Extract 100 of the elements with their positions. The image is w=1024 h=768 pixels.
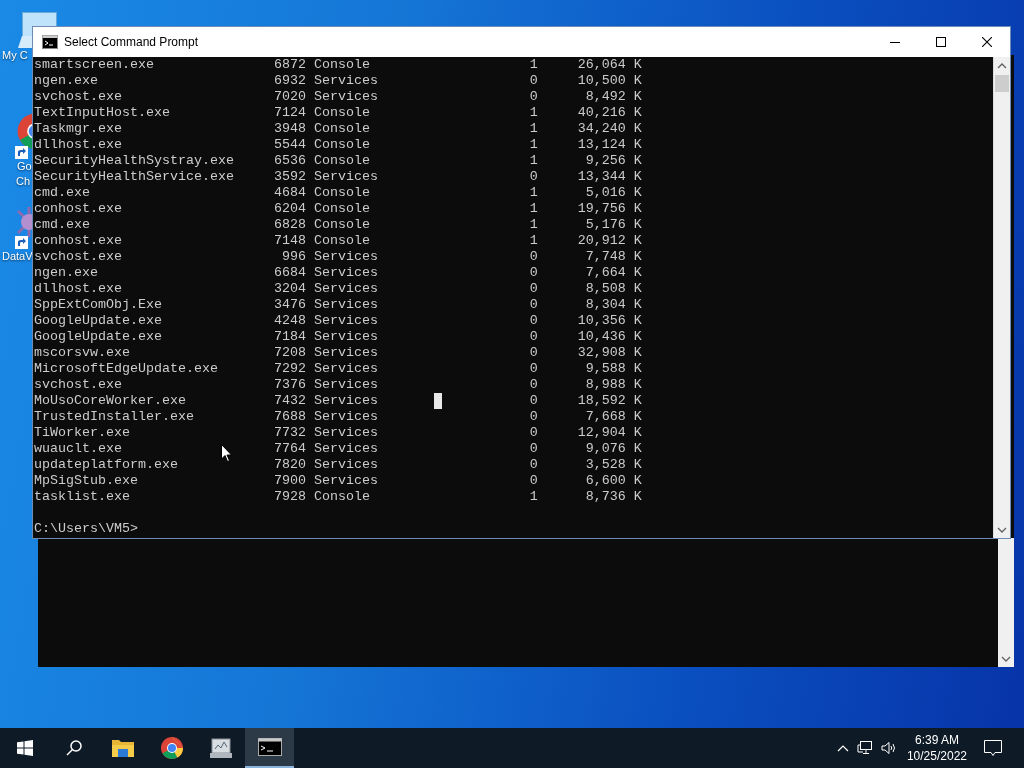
process-id: 6684 [273,265,306,281]
process-id: 7432 [273,393,306,409]
session-name: Console [313,137,370,153]
speaker-icon [880,741,897,755]
memory-usage: 40,216 K [577,105,642,121]
session-number: 0 [529,297,538,313]
session-name: Console [313,57,370,73]
session-name: Services [313,249,378,265]
session-name: Console [313,233,370,249]
process-id: 7020 [273,89,306,105]
memory-usage: 34,240 K [577,121,642,137]
process-name: updateplatform.exe [34,457,178,473]
maximize-icon [936,37,946,47]
session-number: 1 [529,185,538,201]
session-number: 1 [529,105,538,121]
process-name: wuauclt.exe [34,441,122,457]
session-number: 0 [529,329,538,345]
process-id: 6204 [273,201,306,217]
session-number: 0 [529,425,538,441]
session-number: 0 [529,249,538,265]
session-name: Console [313,217,370,233]
process-name: TextInputHost.exe [34,105,170,121]
session-name: Services [313,281,378,297]
chevron-up-icon [836,744,849,752]
process-name: cmd.exe [34,217,90,233]
process-name: svchost.exe [34,249,122,265]
session-name: Services [313,441,378,457]
session-name: Console [313,121,370,137]
process-id: 7376 [273,377,306,393]
process-name: svchost.exe [34,377,122,393]
session-name: Services [313,329,378,345]
process-name: dllhost.exe [34,137,122,153]
memory-usage: 10,356 K [577,313,642,329]
session-number: 0 [529,441,538,457]
process-name: cmd.exe [34,185,90,201]
session-number: 1 [529,233,538,249]
memory-usage: 20,912 K [577,233,642,249]
session-number: 0 [529,473,538,489]
process-id: 7688 [273,409,306,425]
icon-label: My C [2,48,28,63]
session-number: 0 [529,361,538,377]
taskbar-button[interactable] [245,728,294,768]
memory-usage: 7,664 K [585,265,642,281]
session-name: Services [313,265,378,281]
scroll-thumb[interactable] [995,75,1009,92]
session-number: 0 [529,345,538,361]
session-number: 1 [529,57,538,73]
command-prompt: C:\Users\VM5> [34,521,138,537]
clock-date: 10/25/2022 [906,748,967,764]
process-name: GoogleUpdate.exe [34,329,162,345]
memory-usage: 5,016 K [585,185,642,201]
memory-usage: 9,256 K [585,153,642,169]
memory-usage: 8,304 K [585,297,642,313]
process-id: 7764 [273,441,306,457]
process-name: SecurityHealthSystray.exe [34,153,234,169]
search-icon [65,740,82,756]
process-id: 7208 [273,345,306,361]
process-name: MicrosoftEdgeUpdate.exe [34,361,218,377]
process-id: 6872 [273,57,306,73]
clock-time: 6:39 AM [914,732,959,748]
session-number: 0 [529,265,538,281]
process-id: 3204 [273,281,306,297]
memory-usage: 6,600 K [585,473,642,489]
session-name: Services [313,393,378,409]
session-number: 0 [529,377,538,393]
session-name: Services [313,297,378,313]
clock[interactable]: 6:39 AM 10/25/2022 [900,728,973,768]
memory-usage: 9,076 K [585,441,642,457]
session-number: 0 [529,313,538,329]
memory-usage: 18,592 K [577,393,642,409]
process-id: 3592 [273,169,306,185]
windows-logo-icon [16,740,33,756]
process-name: GoogleUpdate.exe [34,313,162,329]
memory-usage: 5,176 K [585,217,642,233]
process-id: 7292 [273,361,306,377]
session-name: Services [313,169,378,185]
process-name: TiWorker.exe [34,425,130,441]
session-name: Services [313,473,378,489]
memory-usage: 19,756 K [577,201,642,217]
session-name: Services [313,73,378,89]
process-id: 4248 [273,313,306,329]
session-number: 1 [529,489,538,505]
session-number: 1 [529,201,538,217]
icon-label: Ch [16,174,31,189]
process-name: conhost.exe [34,201,122,217]
memory-usage: 10,436 K [577,329,642,345]
session-number: 0 [529,393,538,409]
session-name: Console [313,153,370,169]
session-number: 1 [529,121,538,137]
session-name: Services [313,377,378,393]
process-id: 996 [281,249,306,265]
process-name: conhost.exe [34,233,122,249]
process-name: SecurityHealthService.exe [34,169,234,185]
process-id: 7900 [273,473,306,489]
session-name: Console [313,201,370,217]
process-id: 3948 [273,121,306,137]
session-name: Services [313,361,378,377]
process-name: TrustedInstaller.exe [34,409,194,425]
process-id: 5544 [273,137,306,153]
process-id: 3476 [273,297,306,313]
